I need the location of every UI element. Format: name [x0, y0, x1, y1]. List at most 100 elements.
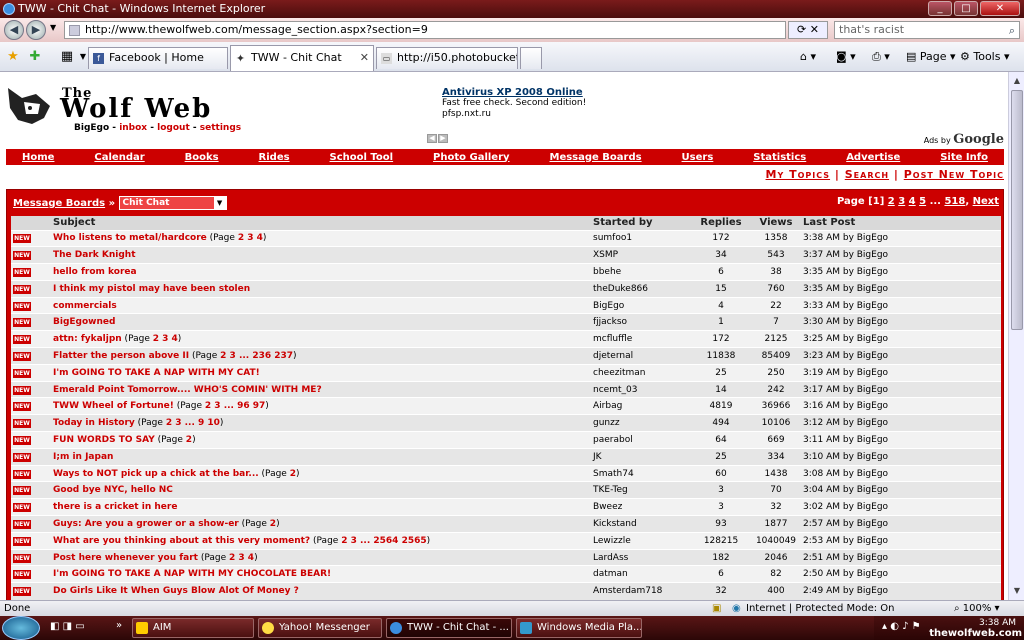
topic-title-link[interactable]: attn: fykaljpn	[53, 334, 122, 344]
new-tab-button[interactable]	[520, 47, 542, 69]
topic-title-link[interactable]: FUN WORDS TO SAY	[53, 435, 155, 445]
home-icon[interactable]: ⌂ ▾	[800, 50, 816, 63]
breadcrumb-message-boards[interactable]: Message Boards	[13, 198, 105, 209]
topic-subject[interactable]: Who listens to metal/hardcore (Page 2 3 …	[51, 229, 591, 247]
username[interactable]: BigEgo	[74, 123, 109, 133]
topic-page-links[interactable]: 2 3 ... 2564 2565	[341, 536, 426, 546]
page-link[interactable]: 4	[909, 196, 916, 207]
last-page-link[interactable]: 518	[944, 196, 965, 207]
topic-subject[interactable]: The Dark Knight	[51, 246, 591, 264]
topic-started-by[interactable]: Smath74	[591, 464, 691, 482]
topic-title-link[interactable]: Emerald Point Tomorrow.... WHO'S COMIN' …	[53, 385, 322, 395]
topic-last-post[interactable]: 3:19 AM by BigEgo	[801, 363, 1001, 382]
page-link[interactable]: 3	[898, 196, 905, 207]
page-link[interactable]: 5	[919, 196, 926, 207]
quick-launch-icons[interactable]: ◧ ◨ ▭	[50, 621, 85, 632]
settings-link[interactable]: settings	[200, 123, 241, 133]
inbox-link[interactable]: inbox	[119, 123, 147, 133]
topic-started-by[interactable]: theDuke866	[591, 279, 691, 298]
topic-started-by[interactable]: fjjackso	[591, 313, 691, 331]
topic-title-link[interactable]: Post here whenever you fart	[53, 553, 198, 563]
nav-users[interactable]: Users	[682, 152, 714, 163]
topic-title-link[interactable]: TWW Wheel of Fortune!	[53, 401, 174, 411]
topic-last-post[interactable]: 3:16 AM by BigEgo	[801, 397, 1001, 415]
nav-site-info[interactable]: Site Info	[940, 152, 988, 163]
tab-chit-chat[interactable]: ✦ TWW - Chit Chat ✕	[230, 45, 374, 71]
topic-started-by[interactable]: TKE-Teg	[591, 481, 691, 499]
start-button[interactable]	[2, 616, 40, 640]
topic-title-link[interactable]: BigEgowned	[53, 317, 115, 327]
topic-subject[interactable]: What are you thinking about at this very…	[51, 531, 591, 550]
topic-title-link[interactable]: Who listens to metal/hardcore	[53, 233, 207, 243]
topic-title-link[interactable]: Ways to NOT pick up a chick at the bar..…	[53, 469, 259, 479]
history-dropdown-icon[interactable]: ▼	[50, 23, 56, 32]
topic-subject[interactable]: attn: fykaljpn (Page 2 3 4)	[51, 330, 591, 348]
topic-last-post[interactable]: 2:50 AM by BigEgo	[801, 565, 1001, 583]
ad-next-icon[interactable]: ▶	[438, 134, 448, 143]
task-yahoo-messenger[interactable]: Yahoo! Messenger	[258, 618, 382, 638]
ad-title[interactable]: Antivirus XP 2008 Online	[442, 87, 586, 98]
topic-subject[interactable]: commercials	[51, 296, 591, 314]
topic-last-post[interactable]: 3:35 AM by BigEgo	[801, 279, 1001, 298]
topic-page-links[interactable]: 2 3 ... 96 97	[205, 401, 265, 411]
topic-started-by[interactable]: gunzz	[591, 414, 691, 432]
topic-page-links[interactable]: 2 3 ... 9 10	[166, 418, 220, 428]
back-button[interactable]: ◀	[4, 20, 24, 40]
topic-started-by[interactable]: ncemt_03	[591, 380, 691, 398]
topic-title-link[interactable]: Guys: Are you a grower or a show-er	[53, 519, 239, 529]
topic-subject[interactable]: Emerald Point Tomorrow.... WHO'S COMIN' …	[51, 380, 591, 398]
my-topics-link[interactable]: My Topics	[766, 168, 831, 181]
scroll-down-icon[interactable]: ▼	[1011, 584, 1023, 598]
topic-page-links[interactable]: 2	[290, 469, 296, 479]
topic-last-post[interactable]: 2:51 AM by BigEgo	[801, 548, 1001, 566]
scroll-thumb[interactable]	[1011, 90, 1023, 330]
topic-subject[interactable]: hello from korea	[51, 263, 591, 281]
nav-school-tool[interactable]: School Tool	[330, 152, 394, 163]
refresh-stop-buttons[interactable]: ⟳ ✕	[788, 21, 828, 39]
logo-text-wolfweb[interactable]: Wolf Web	[60, 94, 212, 124]
nav-photo-gallery[interactable]: Photo Gallery	[433, 152, 510, 163]
topic-last-post[interactable]: 3:17 AM by BigEgo	[801, 380, 1001, 398]
tab-facebook[interactable]: f Facebook | Home	[88, 47, 228, 69]
topic-last-post[interactable]: 3:11 AM by BigEgo	[801, 431, 1001, 449]
clock[interactable]: 3:38 AM	[979, 618, 1016, 628]
topic-subject[interactable]: Post here whenever you fart (Page 2 3 4)	[51, 548, 591, 566]
nav-statistics[interactable]: Statistics	[753, 152, 806, 163]
nav-home[interactable]: Home	[22, 152, 54, 163]
topic-started-by[interactable]: LardAss	[591, 548, 691, 566]
scroll-up-icon[interactable]: ▲	[1011, 74, 1023, 88]
page-menu[interactable]: ▤ Page ▾	[906, 50, 956, 63]
search-link[interactable]: Search	[845, 168, 889, 181]
topic-page-links[interactable]: 2	[270, 519, 276, 529]
topic-page-links[interactable]: 2 3 4	[153, 334, 178, 344]
topic-subject[interactable]: TWW Wheel of Fortune! (Page 2 3 ... 96 9…	[51, 397, 591, 415]
section-select[interactable]: Chit Chat ▼	[118, 196, 227, 210]
topic-started-by[interactable]: paerabol	[591, 431, 691, 449]
topic-last-post[interactable]: 3:02 AM by BigEgo	[801, 498, 1001, 516]
post-new-topic-link[interactable]: Post New Topic	[904, 168, 1004, 181]
tab-photobucket[interactable]: ▭ http://i50.photobucket.co...	[376, 47, 518, 69]
nav-calendar[interactable]: Calendar	[94, 152, 144, 163]
close-tab-icon[interactable]: ✕	[360, 46, 369, 70]
topic-title-link[interactable]: there is a cricket in here	[53, 502, 177, 512]
nav-books[interactable]: Books	[185, 152, 219, 163]
topic-title-link[interactable]: commercials	[53, 301, 117, 311]
search-icon[interactable]: ⌕	[1009, 23, 1015, 39]
close-button[interactable]: ✕	[980, 1, 1020, 16]
topic-title-link[interactable]: The Dark Knight	[53, 250, 136, 260]
topic-page-links[interactable]: 2	[186, 435, 192, 445]
topic-last-post[interactable]: 3:30 AM by BigEgo	[801, 313, 1001, 331]
topic-subject[interactable]: Do Girls Like It When Guys Blow Alot Of …	[51, 582, 591, 600]
topic-last-post[interactable]: 2:57 AM by BigEgo	[801, 515, 1001, 533]
maximize-button[interactable]: □	[954, 1, 978, 16]
topic-last-post[interactable]: 3:23 AM by BigEgo	[801, 347, 1001, 365]
zoom-control[interactable]: ⌕ 100% ▾	[954, 601, 1000, 616]
topic-started-by[interactable]: djeternal	[591, 347, 691, 365]
forward-button[interactable]: ▶	[26, 20, 46, 40]
topic-last-post[interactable]: 3:08 AM by BigEgo	[801, 464, 1001, 482]
topic-subject[interactable]: there is a cricket in here	[51, 498, 591, 516]
topic-title-link[interactable]: Good bye NYC, hello NC	[53, 485, 173, 495]
topic-title-link[interactable]: Flatter the person above II	[53, 351, 189, 361]
topic-title-link[interactable]: I think my pistol may have been stolen	[53, 284, 250, 294]
topic-subject[interactable]: I;m in Japan	[51, 447, 591, 466]
